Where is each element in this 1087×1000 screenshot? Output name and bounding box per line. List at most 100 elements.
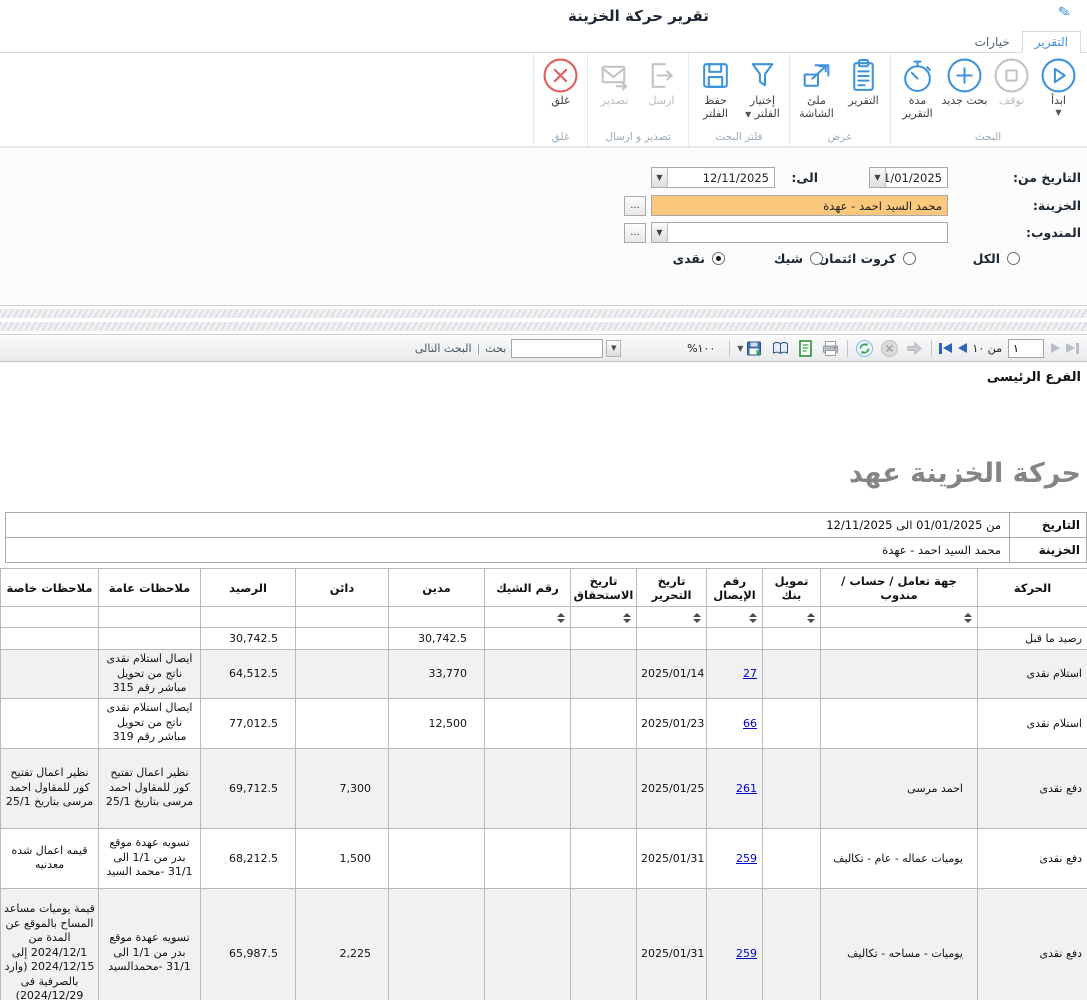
radio-check[interactable]: شيك (774, 251, 823, 266)
filter-panel: التاريخ من: 01/01/2025 ▼ الى: 12/11/2025… (0, 147, 1087, 306)
receipt-link[interactable]: 261 (736, 782, 757, 795)
start-label: ابدأ (1051, 95, 1066, 108)
radio-circle[interactable] (1007, 252, 1020, 265)
cell-notes-general: ايصال استلام نقدى ناتج من تحويل مباشر رق… (99, 698, 201, 748)
fullscreen-button[interactable]: ملئ الشاشة (793, 55, 840, 121)
sort-icon[interactable] (964, 613, 972, 623)
treasury-value: محمد السيد احمد - عهدة (652, 199, 947, 213)
group-label-close: غلق (537, 130, 584, 146)
branch-name: الفرع الرئيسى (987, 370, 1081, 385)
toolbar-separator (931, 340, 932, 357)
receipt-link[interactable]: 259 (736, 852, 757, 865)
print-icon[interactable] (821, 339, 840, 358)
page-of-label: من ١٠ (972, 342, 1002, 355)
save-filter-button[interactable]: حفظ الفلتر (692, 55, 739, 121)
cell-receipt: 66 (707, 698, 763, 748)
report-view-button[interactable]: التقرير (840, 55, 887, 108)
sort-icon[interactable] (693, 613, 701, 623)
cell-due-date (571, 748, 637, 828)
col-party: جهة تعامل / حساب /مندوب (821, 569, 978, 607)
date-from-combobox[interactable]: 01/01/2025 ▼ (869, 167, 948, 188)
treasury-browse-button[interactable]: ... (624, 196, 646, 216)
chevron-down-icon[interactable]: ▼ (606, 340, 621, 357)
date-to-combobox[interactable]: 12/11/2025 ▼ (651, 167, 775, 188)
save-icon (697, 57, 734, 94)
sort-icon[interactable] (807, 613, 815, 623)
agent-combobox[interactable]: ▼ (651, 222, 948, 243)
start-button[interactable]: ابدأ ▼ (1035, 55, 1082, 117)
cell-check-no (485, 888, 571, 1000)
table-row: التاريخ من 01/01/2025 الى 12/11/2025 (6, 513, 1087, 538)
radio-cash[interactable]: نقدى (673, 251, 725, 266)
radio-circle[interactable] (810, 252, 823, 265)
treasury-field[interactable]: محمد السيد احمد - عهدة (651, 195, 948, 216)
report-duration-button[interactable]: مدة التقرير (894, 55, 941, 121)
refresh-icon[interactable] (855, 339, 874, 358)
export-button[interactable]: تصدير (591, 55, 638, 108)
print-layout-icon[interactable] (771, 339, 790, 358)
radio-circle[interactable] (903, 252, 916, 265)
sort-icon[interactable] (749, 613, 757, 623)
back-arrow-icon[interactable] (905, 339, 924, 358)
send-button[interactable]: ارسل (638, 55, 685, 108)
receipt-link[interactable]: 66 (743, 717, 757, 730)
cell-balance: 30,742.5 (201, 628, 296, 650)
cell-issue-date: 2025/01/31 (637, 828, 707, 888)
cell-notes-general: نظير اعمال تفتيح كور للمقاول احمد مرسى ب… (99, 748, 201, 828)
close-button[interactable]: غلق (537, 55, 584, 108)
splitter-bar[interactable] (0, 309, 1087, 318)
previous-page-button[interactable] (955, 341, 970, 355)
export-dropdown[interactable]: ▼ (734, 337, 768, 360)
chevron-down-icon[interactable]: ▼ (652, 168, 668, 187)
cell-bank (763, 650, 821, 699)
sort-cell (978, 607, 1087, 628)
cell-movement: دفع نقدى (978, 748, 1087, 828)
table-row: دفع نقدى يوميات - مساحه - تكاليف 259 202… (1, 888, 1087, 1000)
sort-icon[interactable] (557, 613, 565, 623)
info-date-value: من 01/01/2025 الى 12/11/2025 (6, 513, 1010, 538)
close-icon (542, 57, 579, 94)
find-button[interactable]: بحث (485, 342, 506, 355)
cell-debit: 33,770 (389, 650, 485, 699)
new-search-button[interactable]: بحث جديد (941, 55, 988, 108)
last-page-button[interactable] (1063, 341, 1082, 356)
next-page-button[interactable] (1048, 341, 1063, 355)
cell-bank (763, 888, 821, 1000)
chevron-down-icon[interactable]: ▼ (870, 168, 886, 187)
cell-due-date (571, 698, 637, 748)
radio-circle-selected[interactable] (712, 252, 725, 265)
stop-loading-icon[interactable] (880, 339, 899, 358)
radio-credit-cards[interactable]: كروت ائتمان (818, 251, 916, 266)
receipt-link[interactable]: 27 (743, 667, 757, 680)
cell-issue-date: 2025/01/31 (637, 888, 707, 1000)
table-header-row: الحركة جهة تعامل / حساب /مندوب تمويل بنك… (1, 569, 1087, 607)
table-row: الخزينة محمد السيد احمد - عهدة (6, 538, 1087, 563)
chevron-down-icon[interactable]: ▼ (652, 223, 668, 242)
radio-all[interactable]: الكل (973, 251, 1020, 266)
tab-options[interactable]: خيارات (963, 32, 1022, 52)
choose-filter-button[interactable]: إختيار الفلتر ▼ (739, 55, 786, 121)
cell-notes-private: نظير اعمال تفتيح كور للمقاول احمد مرسى ب… (1, 748, 99, 828)
first-page-button[interactable] (936, 341, 955, 356)
agent-browse-button[interactable]: ... (624, 223, 646, 243)
sort-icon[interactable] (623, 613, 631, 623)
zoom-combobox[interactable]: ١٠٠% ▼ (605, 338, 723, 358)
stop-button[interactable]: توقف (988, 55, 1035, 108)
cell-debit: 30,742.5 (389, 628, 485, 650)
cell-issue-date: 2025/01/25 (637, 748, 707, 828)
current-page-input[interactable] (1008, 339, 1044, 358)
funnel-icon (744, 57, 781, 94)
splitter-bar[interactable] (0, 322, 1087, 331)
cell-check-no (485, 748, 571, 828)
ribbon-group-close: غلق غلق (533, 53, 587, 146)
stop-label: توقف (999, 95, 1024, 108)
find-next-button[interactable]: البحث التالى (415, 342, 472, 355)
search-input[interactable] (511, 339, 603, 358)
tab-report[interactable]: التقرير (1022, 31, 1081, 53)
cell-movement: استلام نقدى (978, 698, 1087, 748)
col-balance: الرصيد (201, 569, 296, 607)
receipt-link[interactable]: 259 (736, 947, 757, 960)
cell-check-no (485, 828, 571, 888)
page-setup-icon[interactable] (796, 339, 815, 358)
cell-notes-general (99, 628, 201, 650)
